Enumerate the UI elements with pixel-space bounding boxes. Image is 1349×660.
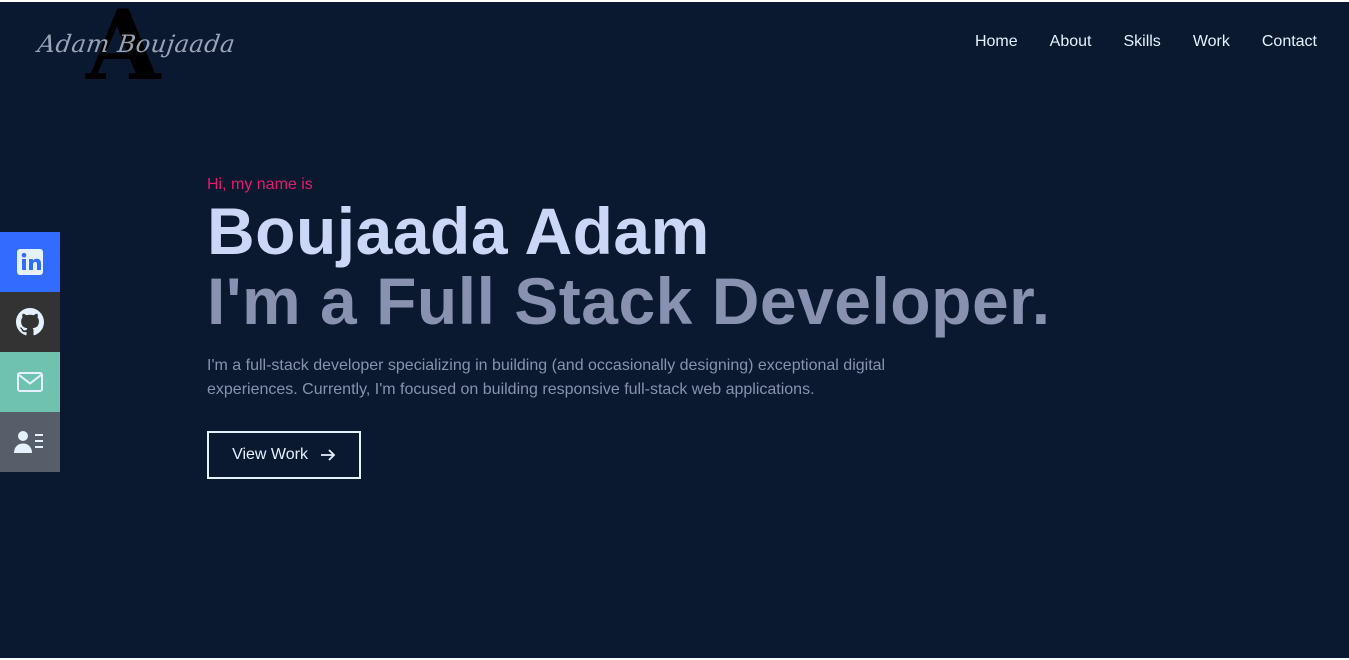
resume-icon [14, 429, 46, 455]
nav-link-work[interactable]: Work [1193, 32, 1230, 52]
hero-name: Boujaada Adam [207, 194, 710, 268]
arrow-right-icon [320, 446, 336, 464]
logo-script-text: Adam Boujaada [36, 30, 238, 58]
resume-link[interactable] [0, 412, 60, 472]
mail-icon [16, 371, 44, 393]
view-work-button[interactable]: View Work [207, 431, 361, 479]
site-logo[interactable]: A Adam Boujaada [36, 2, 237, 94]
email-link[interactable] [0, 352, 60, 412]
nav-link-skills[interactable]: Skills [1123, 32, 1160, 52]
page: A Adam Boujaada Home About Skills Work C… [0, 2, 1349, 658]
github-link[interactable] [0, 292, 60, 352]
nav-link-contact[interactable]: Contact [1262, 32, 1317, 52]
github-icon [16, 308, 44, 336]
hero-greeting: Hi, my name is [207, 176, 313, 193]
hero-role: I'm a Full Stack Developer. [207, 264, 1051, 338]
hero-description: I'm a full-stack developer specializing … [207, 357, 886, 398]
social-sidebar [0, 232, 60, 472]
linkedin-icon [16, 248, 44, 276]
view-work-label: View Work [232, 446, 308, 463]
nav-link-home[interactable]: Home [975, 32, 1018, 52]
linkedin-link[interactable] [0, 232, 60, 292]
hero-section: Hi, my name is Boujaada Adam I'm a Full … [207, 174, 1207, 479]
main-nav: Home About Skills Work Contact [943, 32, 1317, 52]
nav-link-about[interactable]: About [1050, 32, 1092, 52]
